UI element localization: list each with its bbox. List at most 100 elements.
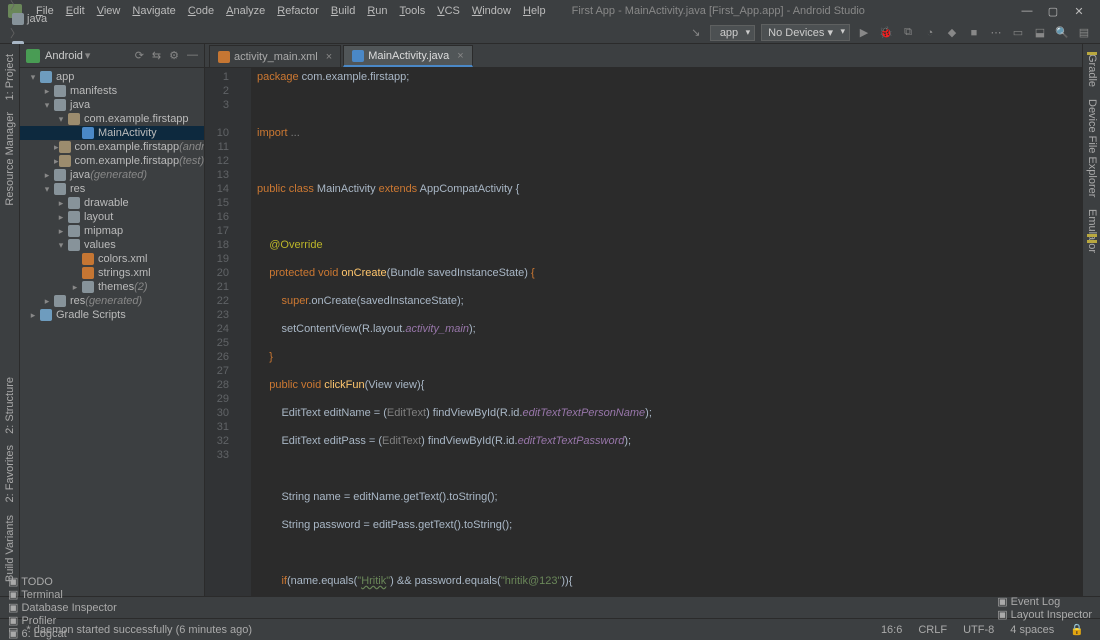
- tree-node-com.example.firstapp[interactable]: ▸ com.example.firstapp (test): [20, 154, 204, 168]
- device-select[interactable]: No Devices ▾: [761, 24, 850, 41]
- bottom-tool-Event Log[interactable]: ▣ Event Log: [997, 595, 1092, 608]
- indent[interactable]: 4 spaces: [1002, 624, 1062, 636]
- menu-view[interactable]: View: [91, 3, 127, 19]
- tree-node-com.example.firstapp[interactable]: ▸ com.example.firstapp (androidTest): [20, 140, 204, 154]
- tree-node-mipmap[interactable]: ▸ mipmap: [20, 224, 204, 238]
- menu-help[interactable]: Help: [517, 3, 552, 19]
- left-tab-2: Structure[interactable]: 2: Structure: [2, 371, 18, 440]
- sidebar-mode-label[interactable]: Android: [45, 50, 83, 62]
- editor-tab-MainActivity.java[interactable]: MainActivity.java×: [343, 45, 473, 67]
- line-ending[interactable]: CRLF: [910, 624, 955, 636]
- tree-node-values[interactable]: ▾ values: [20, 238, 204, 252]
- tree-node-icon: [68, 225, 80, 237]
- code-editor[interactable]: package com.example.firstapp; import ...…: [251, 68, 1082, 596]
- attach-button[interactable]: ◆: [944, 25, 960, 41]
- sync-icon[interactable]: ↘: [688, 25, 704, 41]
- encoding[interactable]: UTF-8: [955, 624, 1002, 636]
- tree-node-res[interactable]: ▸ res (generated): [20, 294, 204, 308]
- search-button[interactable]: 🔍: [1054, 25, 1070, 41]
- left-tab-Resource Manager[interactable]: Resource Manager: [2, 106, 18, 212]
- sidebar-tool[interactable]: ⚙: [169, 49, 179, 62]
- right-tab-Emulator[interactable]: Emulator: [1085, 203, 1099, 259]
- expand-arrow-icon[interactable]: ▾: [40, 100, 54, 111]
- warning-mark[interactable]: [1087, 52, 1097, 55]
- tree-node-drawable[interactable]: ▸ drawable: [20, 196, 204, 210]
- tree-node-com.example.firstapp[interactable]: ▾ com.example.firstapp: [20, 112, 204, 126]
- sidebar-tool[interactable]: —: [187, 49, 198, 62]
- expand-arrow-icon[interactable]: ▸: [68, 282, 82, 293]
- menu-window[interactable]: Window: [466, 3, 517, 19]
- tree-node-manifests[interactable]: ▸ manifests: [20, 84, 204, 98]
- tree-node-layout[interactable]: ▸ layout: [20, 210, 204, 224]
- line-gutter: 1231011121314151617181920212223242526272…: [205, 68, 237, 596]
- tree-node-strings.xml[interactable]: strings.xml: [20, 266, 204, 280]
- left-tab-2: Favorites[interactable]: 2: Favorites: [2, 439, 18, 508]
- close-tab-icon[interactable]: ×: [457, 50, 463, 62]
- expand-arrow-icon[interactable]: ▸: [40, 86, 54, 97]
- expand-arrow-icon[interactable]: ▾: [54, 240, 68, 251]
- expand-arrow-icon[interactable]: ▸: [54, 156, 59, 167]
- minimize-button[interactable]: —: [1014, 2, 1040, 20]
- expand-arrow-icon[interactable]: ▸: [40, 170, 54, 181]
- right-tab-Device File Explorer[interactable]: Device File Explorer: [1085, 93, 1099, 203]
- menu-analyze[interactable]: Analyze: [220, 3, 271, 19]
- bottom-tool-TODO[interactable]: ▣ TODO: [8, 575, 117, 588]
- expand-arrow-icon[interactable]: ▾: [26, 72, 40, 83]
- event-button[interactable]: ▤: [1076, 25, 1092, 41]
- coverage-button[interactable]: ⧉: [900, 25, 916, 41]
- tree-node-icon: [82, 253, 94, 265]
- expand-arrow-icon[interactable]: ▸: [40, 296, 54, 307]
- editor-tab-activity_main.xml[interactable]: activity_main.xml×: [209, 45, 341, 67]
- avd-button[interactable]: ▭: [1010, 25, 1026, 41]
- menu-tools[interactable]: Tools: [394, 3, 432, 19]
- run-config-select[interactable]: app: [710, 25, 755, 41]
- editor-tabs: activity_main.xml× MainActivity.java×: [205, 44, 1082, 68]
- tree-node-java[interactable]: ▸ java (generated): [20, 168, 204, 182]
- tree-node-res[interactable]: ▾ res: [20, 182, 204, 196]
- tree-node-icon: [68, 211, 80, 223]
- close-tab-icon[interactable]: ×: [326, 51, 332, 63]
- expand-arrow-icon[interactable]: ▸: [54, 142, 59, 153]
- tree-node-Gradle Scripts[interactable]: ▸ Gradle Scripts: [20, 308, 204, 322]
- tree-node-app[interactable]: ▾ app: [20, 70, 204, 84]
- warning-mark[interactable]: [1087, 234, 1097, 237]
- expand-arrow-icon[interactable]: ▸: [54, 198, 68, 209]
- project-tree[interactable]: ▾ app ▸ manifests ▾ java ▾ com.example.f…: [20, 68, 204, 596]
- menu-navigate[interactable]: Navigate: [126, 3, 181, 19]
- warning-mark[interactable]: [1087, 240, 1097, 243]
- profile-button[interactable]: ◔: [922, 25, 938, 41]
- menu-build[interactable]: Build: [325, 3, 361, 19]
- sdk-button[interactable]: ⬓: [1032, 25, 1048, 41]
- expand-arrow-icon[interactable]: ▸: [54, 226, 68, 237]
- caret-position[interactable]: 16:6: [873, 624, 910, 636]
- tree-node-themes[interactable]: ▸ themes (2): [20, 280, 204, 294]
- sidebar-tool[interactable]: ⟳: [135, 49, 144, 62]
- more-tools-icon[interactable]: ⋯: [988, 25, 1004, 41]
- expand-arrow-icon[interactable]: ▾: [54, 114, 68, 125]
- sidebar-tool[interactable]: ⇆: [152, 49, 161, 62]
- expand-arrow-icon[interactable]: ▸: [26, 310, 40, 321]
- fold-gutter[interactable]: [237, 68, 251, 596]
- lock-icon[interactable]: 🔒: [1062, 623, 1092, 636]
- tree-node-java[interactable]: ▾ java: [20, 98, 204, 112]
- bottom-tool-Layout Inspector[interactable]: ▣ Layout Inspector: [997, 608, 1092, 621]
- menu-run[interactable]: Run: [361, 3, 393, 19]
- left-tab-1: Project[interactable]: 1: Project: [2, 48, 18, 106]
- expand-arrow-icon[interactable]: ▸: [54, 212, 68, 223]
- tree-node-MainActivity[interactable]: MainActivity: [20, 126, 204, 140]
- run-button[interactable]: ▶: [856, 25, 872, 41]
- bottom-tool-Database Inspector[interactable]: ▣ Database Inspector: [8, 601, 117, 614]
- breadcrumb-java[interactable]: java: [8, 13, 90, 25]
- close-button[interactable]: ✕: [1066, 2, 1092, 20]
- menu-refactor[interactable]: Refactor: [271, 3, 325, 19]
- tree-node-icon: [82, 281, 94, 293]
- menu-vcs[interactable]: VCS: [431, 3, 466, 19]
- menu-code[interactable]: Code: [182, 3, 220, 19]
- bottom-tool-Terminal[interactable]: ▣ Terminal: [8, 588, 117, 601]
- debug-button[interactable]: 🐞: [878, 25, 894, 41]
- stop-button[interactable]: ■: [966, 25, 982, 41]
- maximize-button[interactable]: ▢: [1040, 2, 1066, 20]
- expand-arrow-icon[interactable]: ▾: [40, 184, 54, 195]
- left-tab-Build Variants[interactable]: Build Variants: [2, 509, 18, 588]
- tree-node-colors.xml[interactable]: colors.xml: [20, 252, 204, 266]
